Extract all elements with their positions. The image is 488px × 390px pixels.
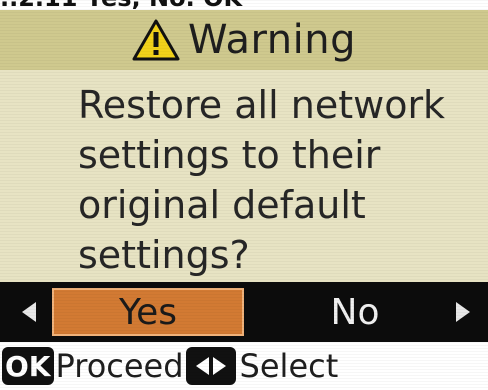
ok-key-icon: OK [2, 347, 54, 385]
dialog-message: Restore all network settings to their or… [78, 80, 478, 280]
message-line: settings to their [78, 133, 381, 177]
message-line: settings? [78, 233, 250, 277]
ok-action-label: Proceed [55, 347, 184, 385]
message-line: Restore all network [78, 83, 446, 127]
dialog-message-area: Restore all network settings to their or… [0, 70, 488, 282]
option-select-bar: Yes No [0, 282, 488, 342]
message-line: original default [78, 183, 366, 227]
yes-option-button[interactable]: Yes [52, 288, 244, 336]
key-hint-footer: OK Proceed Select [0, 342, 488, 390]
printer-lcd-screen: ..2.11 Yes, No. OK Warning Restore all n… [0, 0, 488, 390]
select-action-label: Select [239, 347, 339, 385]
dialog-title: Warning [188, 17, 356, 63]
arrow-right-icon[interactable] [456, 302, 470, 322]
left-right-keys-icon [185, 347, 236, 385]
dialog-title-bar: Warning [0, 10, 488, 70]
arrow-left-icon[interactable] [22, 302, 36, 322]
top-caption-text: ..2.11 Yes, No. OK [0, 0, 488, 9]
warning-triangle-icon [132, 19, 180, 61]
no-option-button[interactable]: No [270, 288, 440, 336]
